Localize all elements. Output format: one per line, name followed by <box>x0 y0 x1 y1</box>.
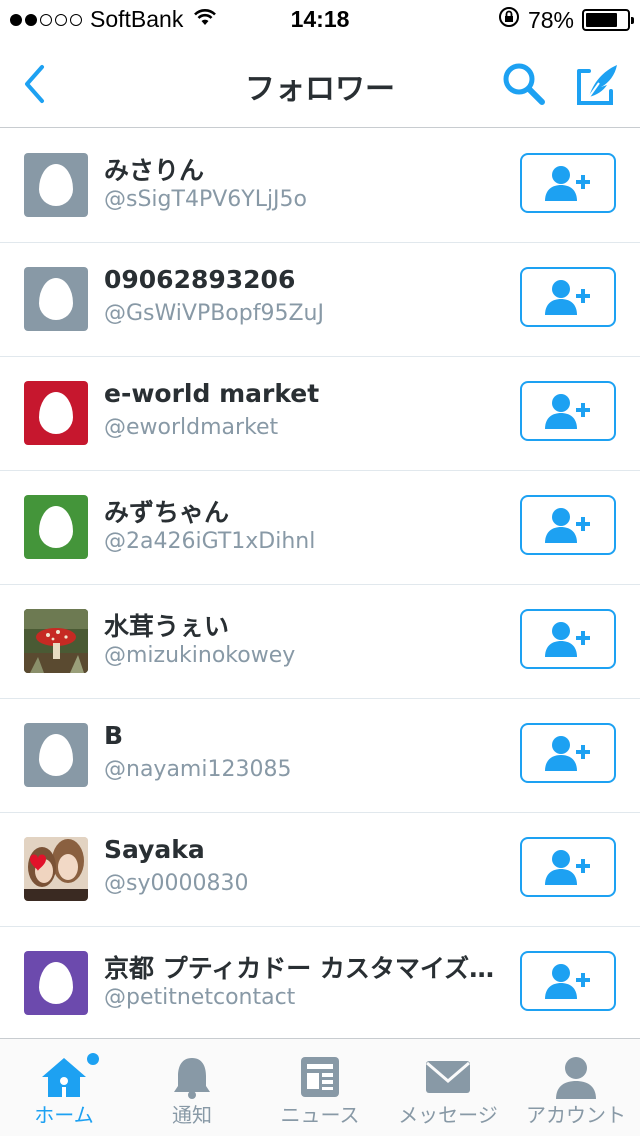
add-user-icon <box>545 736 590 771</box>
list-item[interactable]: みさりん @sSigT4PV6YLjJ5o <box>0 129 640 243</box>
bell-icon <box>174 1058 210 1099</box>
nav-bar: フォロワー <box>0 40 640 128</box>
user-name: B <box>104 721 124 750</box>
avatar[interactable] <box>24 837 88 901</box>
status-bar: SoftBank 14:18 78% <box>0 0 640 40</box>
rotation-lock-icon <box>498 6 520 34</box>
follow-button[interactable] <box>520 267 616 327</box>
list-item[interactable]: みずちゃん @2a426iGT1xDihnl <box>0 471 640 585</box>
tab-label: アカウント <box>526 1103 626 1127</box>
list-item[interactable]: Sayaka @sy0000830 <box>0 813 640 927</box>
user-handle: @2a426iGT1xDihnl <box>104 529 316 554</box>
list-item[interactable]: 09062893206 @GsWiVPBopf95ZuJ <box>0 243 640 357</box>
user-handle: @petitnetcontact <box>104 985 296 1010</box>
list-item[interactable]: B @nayami123085 <box>0 699 640 813</box>
egg-icon <box>39 164 73 206</box>
avatar[interactable] <box>24 495 88 559</box>
tab-label: ニュース <box>280 1103 360 1127</box>
follow-button[interactable] <box>520 381 616 441</box>
add-user-icon <box>545 850 590 885</box>
tab-notifications[interactable]: 通知 <box>128 1039 256 1136</box>
tab-messages[interactable]: メッセージ <box>384 1039 512 1136</box>
tab-label: 通知 <box>172 1103 212 1127</box>
search-icon <box>503 63 545 105</box>
egg-icon <box>39 962 73 1004</box>
user-handle: @sSigT4PV6YLjJ5o <box>104 187 308 212</box>
user-handle: @sy0000830 <box>104 871 249 896</box>
list-item[interactable]: 水茸うぇい @mizukinokowey <box>0 585 640 699</box>
tab-label: ホーム <box>34 1103 94 1127</box>
follower-list: みさりん @sSigT4PV6YLjJ5o 09062893206 @GsWiV… <box>0 129 640 1041</box>
avatar[interactable] <box>24 723 88 787</box>
user-name: みさりん <box>104 156 205 185</box>
avatar[interactable] <box>24 951 88 1015</box>
battery-percent: 78% <box>527 6 574 33</box>
tab-bar: ホーム 通知 ニュース メッセージ アカウント <box>0 1038 640 1136</box>
follow-button[interactable] <box>520 609 616 669</box>
compose-icon <box>577 65 617 105</box>
user-handle: @eworldmarket <box>104 415 279 440</box>
battery-icon <box>582 9 634 31</box>
envelope-icon <box>426 1061 470 1093</box>
user-name: 京都 プティカドー カスタマイズ… <box>104 954 495 983</box>
user-handle: @GsWiVPBopf95ZuJ <box>104 301 324 326</box>
follow-button[interactable] <box>520 837 616 897</box>
tab-label: メッセージ <box>398 1103 498 1127</box>
tab-news[interactable]: ニュース <box>256 1039 384 1136</box>
portrait-photo <box>24 837 88 901</box>
follow-button[interactable] <box>520 495 616 555</box>
notification-dot <box>87 1053 99 1065</box>
user-name: みずちゃん <box>104 498 230 527</box>
list-item[interactable]: 京都 プティカドー カスタマイズ… @petitnetcontact <box>0 927 640 1041</box>
avatar[interactable] <box>24 609 88 673</box>
add-user-icon <box>545 964 590 999</box>
home-icon <box>42 1058 86 1097</box>
avatar[interactable] <box>24 153 88 217</box>
person-icon <box>556 1057 596 1099</box>
search-button[interactable] <box>496 60 552 108</box>
user-handle: @nayami123085 <box>104 757 292 782</box>
add-user-icon <box>545 280 590 315</box>
add-user-icon <box>545 394 590 429</box>
add-user-icon <box>545 622 590 657</box>
list-item[interactable]: e-world market @eworldmarket <box>0 357 640 471</box>
user-handle: @mizukinokowey <box>104 643 296 668</box>
egg-icon <box>39 278 73 320</box>
avatar[interactable] <box>24 381 88 445</box>
egg-icon <box>39 734 73 776</box>
follow-button[interactable] <box>520 723 616 783</box>
add-user-icon <box>545 508 590 543</box>
user-name: 09062893206 <box>104 265 296 294</box>
mushroom-photo <box>24 609 88 673</box>
status-right: 78% <box>498 6 634 34</box>
egg-icon <box>39 392 73 434</box>
compose-button[interactable] <box>570 60 626 108</box>
tab-home[interactable]: ホーム <box>0 1039 128 1136</box>
follow-button[interactable] <box>520 951 616 1011</box>
egg-icon <box>39 506 73 548</box>
news-icon <box>301 1057 339 1097</box>
tab-account[interactable]: アカウント <box>512 1039 640 1136</box>
user-name: e-world market <box>104 379 320 408</box>
follow-button[interactable] <box>520 153 616 213</box>
avatar[interactable] <box>24 267 88 331</box>
user-name: Sayaka <box>104 835 205 864</box>
add-user-icon <box>545 166 590 201</box>
user-name: 水茸うぇい <box>104 612 230 641</box>
